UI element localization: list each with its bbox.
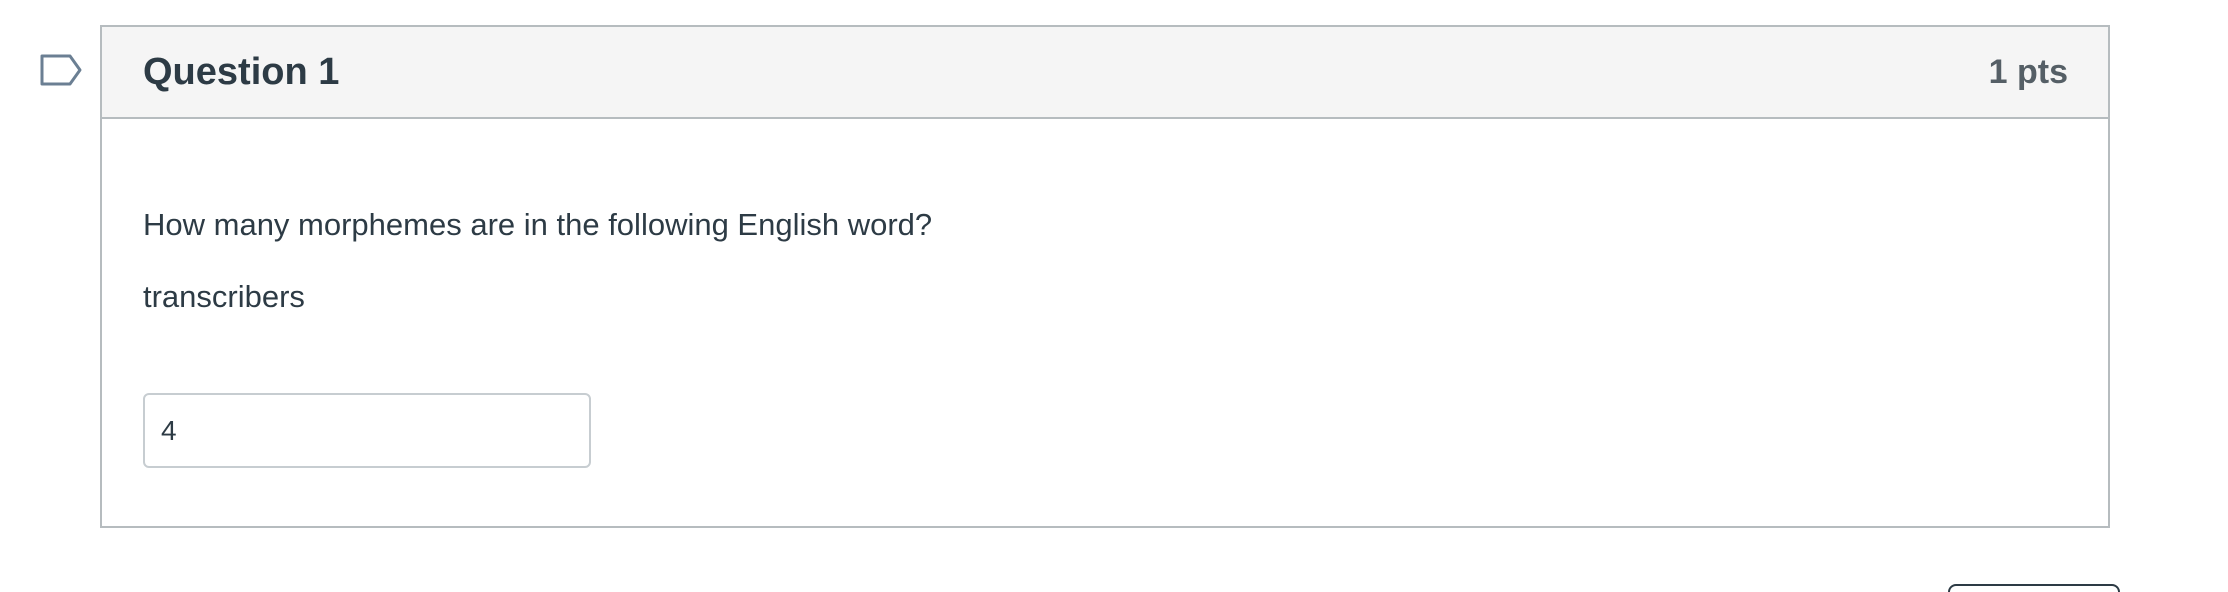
question-points: 1 pts: [1988, 52, 2068, 91]
question-header: Question 1 1 pts: [102, 27, 2108, 119]
question-title: Question 1: [143, 50, 340, 93]
question-card: Question 1 1 pts How many morphemes are …: [100, 25, 2110, 528]
flag-question-icon[interactable]: [40, 54, 84, 86]
quiz-page: Question 1 1 pts How many morphemes are …: [0, 0, 2228, 592]
question-body: How many morphemes are in the following …: [102, 119, 2108, 468]
question-text: How many morphemes are in the following …: [143, 207, 933, 242]
next-button[interactable]: [1948, 584, 2120, 592]
question-word: transcribers: [143, 279, 305, 314]
answer-input[interactable]: [143, 393, 591, 468]
